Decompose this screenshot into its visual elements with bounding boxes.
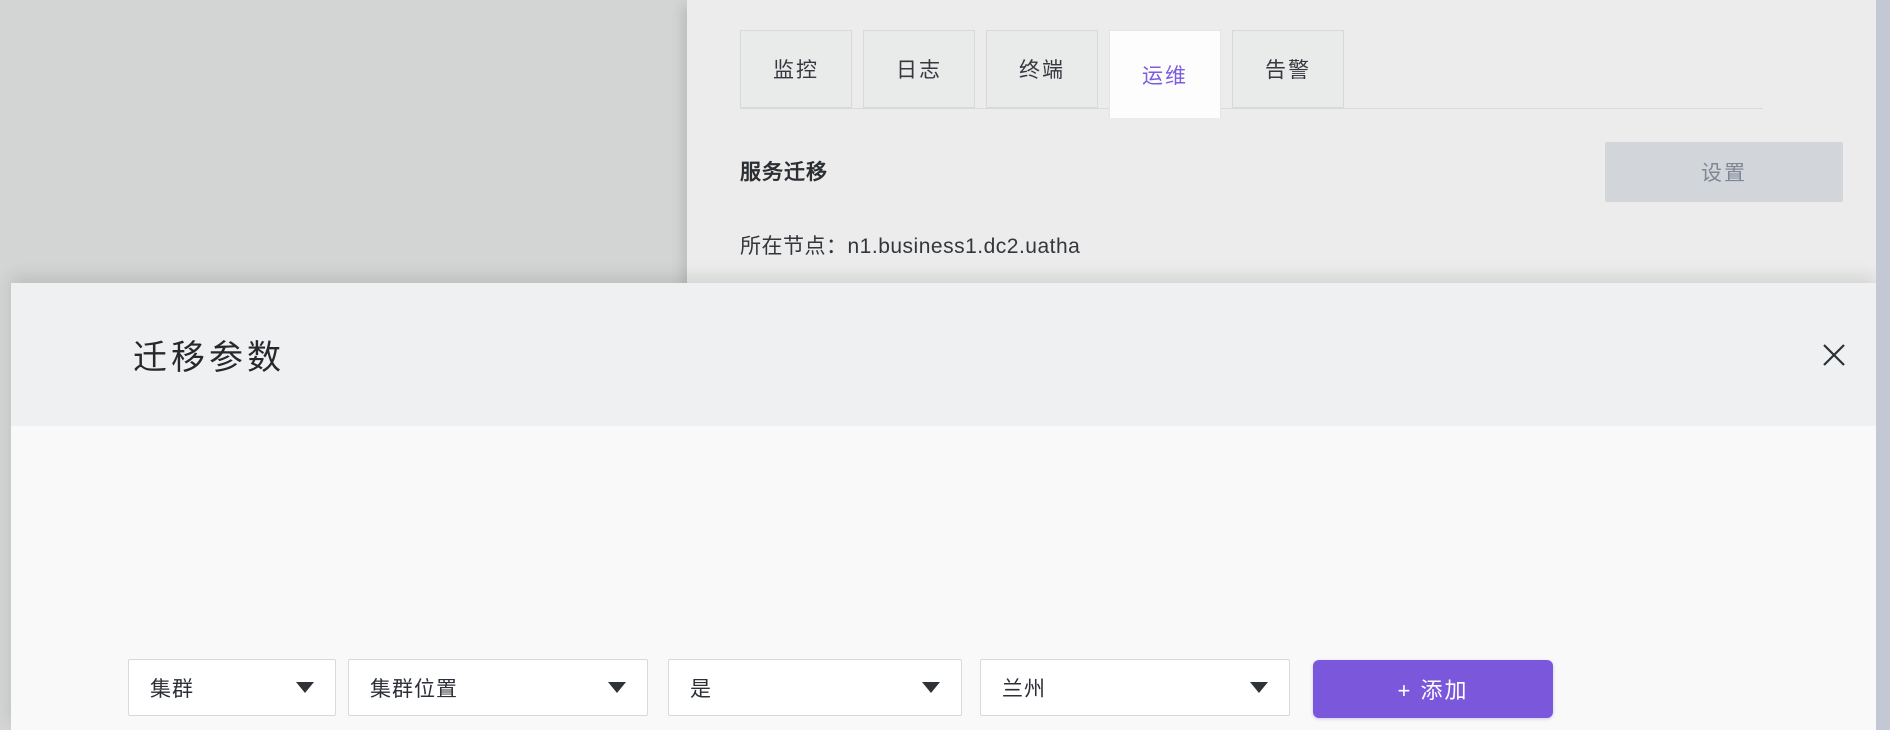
tab-monitoring[interactable]: 监控 — [740, 30, 852, 108]
settings-button[interactable]: 设置 — [1605, 142, 1843, 202]
dropdown-operator[interactable]: 是 — [668, 659, 962, 716]
chevron-down-icon — [608, 682, 626, 693]
modal-header: 迁移参数 — [11, 283, 1876, 426]
dropdown-cluster-location[interactable]: 集群位置 — [348, 659, 648, 716]
current-node-line: 所在节点：n1.business1.dc2.uatha — [740, 230, 1080, 260]
chevron-down-icon — [1250, 682, 1268, 693]
tab-operations[interactable]: 运维 — [1109, 30, 1221, 118]
dropdown-value-value: 兰州 — [1002, 673, 1046, 703]
scrollbar[interactable] — [1876, 0, 1890, 730]
current-node-value: n1.business1.dc2.uatha — [848, 235, 1081, 258]
migration-params-modal: 迁移参数 集群 集群位置 是 兰州 + 添加 — [11, 283, 1876, 730]
modal-title: 迁移参数 — [133, 330, 285, 379]
tabbar: 监控 日志 终端 运维 告警 — [740, 30, 1344, 118]
close-button[interactable] — [1814, 335, 1854, 375]
current-node-label: 所在节点： — [740, 235, 848, 258]
dropdown-operator-value: 是 — [690, 673, 712, 703]
dropdown-value[interactable]: 兰州 — [980, 659, 1290, 716]
tab-alerts[interactable]: 告警 — [1232, 30, 1344, 108]
chevron-down-icon — [922, 682, 940, 693]
modal-body: 集群 集群位置 是 兰州 + 添加 — [11, 426, 1876, 730]
x-icon — [1822, 343, 1846, 367]
dropdown-cluster[interactable]: 集群 — [128, 659, 336, 716]
add-button[interactable]: + 添加 — [1313, 660, 1553, 718]
tab-terminal[interactable]: 终端 — [986, 30, 1098, 108]
section-title-service-migration: 服务迁移 — [740, 156, 828, 186]
dropdown-cluster-location-value: 集群位置 — [370, 673, 458, 703]
chevron-down-icon — [296, 682, 314, 693]
tab-logs[interactable]: 日志 — [863, 30, 975, 108]
dropdown-cluster-value: 集群 — [150, 673, 194, 703]
